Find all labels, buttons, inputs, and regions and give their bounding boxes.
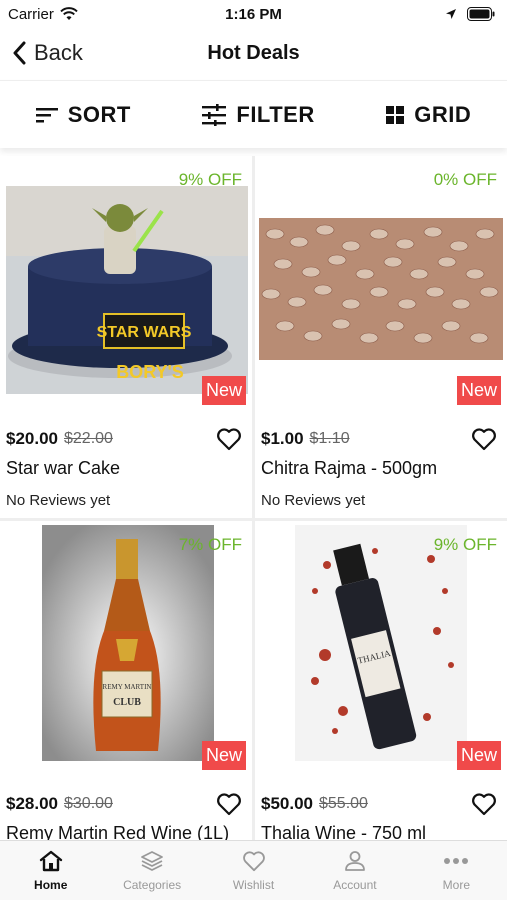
reviews-text: No Reviews yet bbox=[6, 492, 111, 509]
sort-label: SORT bbox=[67, 101, 131, 127]
product-image[interactable] bbox=[255, 156, 507, 396]
location-arrow-icon bbox=[446, 9, 456, 19]
heart-icon[interactable] bbox=[216, 427, 242, 451]
product-image[interactable]: STAR WARS BORY'S bbox=[0, 156, 252, 396]
old-price: $55.00 bbox=[319, 795, 368, 812]
heart-icon bbox=[242, 850, 265, 871]
tab-label: Home bbox=[34, 877, 68, 892]
toolbar: SORT FILTER GRID bbox=[0, 80, 507, 148]
star-wars-cake-image: STAR WARS BORY'S bbox=[6, 186, 248, 394]
tab-label: More bbox=[442, 877, 470, 892]
heart-icon[interactable] bbox=[216, 792, 242, 816]
status-right bbox=[329, 7, 499, 21]
product-card[interactable]: THALIA 9% OFF New $50.00 $55.00 Thalia W… bbox=[255, 521, 507, 840]
cake-brand-text: STAR WARS bbox=[97, 324, 192, 341]
sort-icon bbox=[35, 107, 58, 122]
discount-label: 0% OFF bbox=[433, 170, 497, 189]
product-image[interactable]: THALIA bbox=[255, 521, 507, 761]
price: $1.00 bbox=[261, 429, 304, 448]
filter-button[interactable]: FILTER bbox=[202, 102, 314, 128]
home-icon bbox=[39, 850, 62, 871]
heart-icon[interactable] bbox=[471, 427, 497, 451]
tab-label: Wishlist bbox=[232, 877, 275, 892]
more-icon bbox=[444, 857, 469, 864]
price-row: $28.00 $30.00 bbox=[6, 789, 242, 819]
remy-martin-bottle-image: REMY MARTIN CLUB bbox=[42, 525, 214, 761]
grid-button[interactable]: GRID bbox=[386, 102, 471, 128]
sort-button[interactable]: SORT bbox=[35, 101, 131, 128]
product-grid: STAR WARS BORY'S 9% OFF New $20.00 $22.0… bbox=[0, 156, 507, 840]
product-card[interactable]: STAR WARS BORY'S 9% OFF New $20.00 $22.0… bbox=[0, 156, 252, 518]
old-price: $1.10 bbox=[309, 430, 350, 447]
product-image[interactable]: REMY MARTIN CLUB bbox=[0, 521, 252, 761]
discount-label: 9% OFF bbox=[433, 535, 497, 554]
new-badge: New bbox=[201, 376, 246, 405]
grid-label: GRID bbox=[414, 101, 472, 127]
reviews-text: No Reviews yet bbox=[261, 492, 366, 509]
filter-label: FILTER bbox=[236, 101, 315, 127]
layers-icon bbox=[141, 850, 164, 871]
back-button[interactable]: Back bbox=[12, 28, 83, 78]
thalia-wine-image: THALIA bbox=[295, 525, 467, 761]
price-row: $50.00 $55.00 bbox=[261, 789, 497, 819]
tab-home[interactable]: Home bbox=[0, 841, 101, 900]
product-title[interactable]: Remy Martin Red Wine (1L) bbox=[6, 823, 229, 840]
cake-name-text: BORY'S bbox=[116, 362, 184, 382]
bottle-line-text: CLUB bbox=[113, 697, 141, 708]
bottle-brand-text: REMY MARTIN bbox=[103, 683, 152, 691]
back-label: Back bbox=[34, 40, 83, 65]
price-row: $1.00 $1.10 bbox=[261, 424, 497, 454]
product-card[interactable]: REMY MARTIN CLUB 7% OFF New $28.00 $30.0… bbox=[0, 521, 252, 840]
old-price: $22.00 bbox=[64, 430, 113, 447]
product-title[interactable]: Star war Cake bbox=[6, 458, 120, 479]
filter-sliders-icon bbox=[202, 103, 227, 126]
status-left: Carrier bbox=[8, 6, 178, 23]
heart-icon[interactable] bbox=[471, 792, 497, 816]
chevron-left-icon bbox=[13, 41, 26, 65]
price: $50.00 bbox=[261, 794, 313, 813]
battery-icon bbox=[467, 7, 495, 21]
new-badge: New bbox=[201, 741, 246, 770]
wifi-icon bbox=[60, 7, 78, 20]
price-row: $20.00 $22.00 bbox=[6, 424, 242, 454]
discount-label: 7% OFF bbox=[178, 535, 242, 554]
price: $20.00 bbox=[6, 429, 58, 448]
price: $28.00 bbox=[6, 794, 58, 813]
tab-more[interactable]: More bbox=[406, 841, 507, 900]
tab-wishlist[interactable]: Wishlist bbox=[203, 841, 304, 900]
user-icon bbox=[345, 850, 365, 871]
new-badge: New bbox=[456, 741, 501, 770]
status-bar: Carrier 1:16 PM bbox=[0, 0, 507, 28]
carrier-label: Carrier bbox=[8, 5, 54, 23]
product-title[interactable]: Thalia Wine - 750 ml bbox=[261, 823, 426, 840]
grid-icon bbox=[386, 105, 405, 124]
status-time: 1:16 PM bbox=[225, 5, 282, 23]
new-badge: New bbox=[456, 376, 501, 405]
discount-label: 9% OFF bbox=[178, 170, 242, 189]
tab-categories[interactable]: Categories bbox=[101, 841, 202, 900]
old-price: $30.00 bbox=[64, 795, 113, 812]
product-title[interactable]: Chitra Rajma - 500gm bbox=[261, 458, 437, 479]
tab-bar: Home Categories Wishlist Account More bbox=[0, 840, 507, 900]
nav-bar: Back Hot Deals bbox=[0, 28, 507, 78]
rajma-beans-image bbox=[259, 218, 503, 360]
product-card[interactable]: 0% OFF New $1.00 $1.10 Chitra Rajma - 50… bbox=[255, 156, 507, 518]
tab-label: Categories bbox=[123, 877, 182, 892]
tab-label: Account bbox=[333, 877, 377, 892]
tab-account[interactable]: Account bbox=[304, 841, 405, 900]
